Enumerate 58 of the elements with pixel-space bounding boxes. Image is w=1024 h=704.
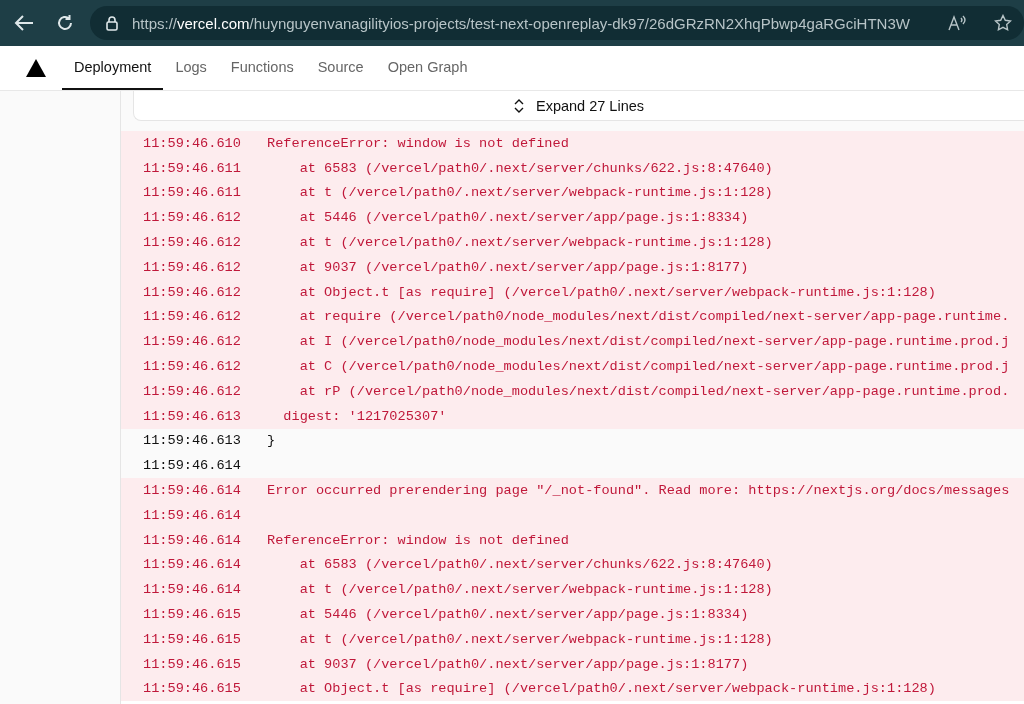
log-timestamp: 11:59:46.612 — [142, 210, 242, 226]
reload-icon[interactable] — [56, 14, 74, 32]
log-timestamp: 11:59:46.614 — [142, 507, 242, 523]
star-icon[interactable] — [994, 14, 1012, 32]
log-timestamp: 11:59:46.614 — [142, 483, 242, 499]
log-message: at Object.t [as require] (/vercel/path0/.next/server/webpack-runtime.js:1:128) — [298, 681, 936, 697]
log-timestamp: 11:59:46.611 — [142, 185, 242, 201]
log-message: at rP (/vercel/path0/node_modules/next/dist/compiled/next-server/app-page.runtime.prod. — [298, 383, 1010, 399]
expand-lines-button[interactable]: Expand 27 Lines — [133, 91, 1024, 121]
log-message: Error occurred prerendering page "/_not-found". Read more: https://nextjs.org/docs/messages — [267, 483, 1010, 499]
log-timestamp: 11:59:46.610 — [142, 135, 242, 151]
log-timestamp: 11:59:46.612 — [142, 284, 242, 300]
log-message: at t (/vercel/path0/.next/server/webpack-runtime.js:1:128) — [298, 582, 773, 598]
nav-tab[interactable]: Functions — [218, 46, 306, 90]
log-timestamp: 11:59:46.615 — [142, 656, 242, 672]
log-timestamp: 11:59:46.612 — [142, 259, 242, 275]
log-message: at t (/vercel/path0/.next/server/webpack-runtime.js:1:128) — [298, 631, 773, 647]
log-message: at 9037 (/vercel/path0/.next/server/app/page.js:1:8177) — [298, 656, 749, 672]
log-timestamp: 11:59:46.612 — [142, 309, 242, 325]
log-message: at require (/vercel/path0/node_modules/next/dist/compiled/next-server/app-page.runtime. — [298, 309, 1010, 325]
log-message: ReferenceError: window is not defined — [267, 135, 569, 151]
log-timestamp: 11:59:46.613 — [142, 433, 242, 449]
log-message: at 6583 (/vercel/path0/.next/server/chunks/622.js:8:47640) — [298, 557, 773, 573]
log-message: at Object.t [as require] (/vercel/path0/.next/server/webpack-runtime.js:1:128) — [298, 284, 936, 300]
log-message: at t (/vercel/path0/.next/server/webpack-runtime.js:1:128) — [298, 185, 773, 201]
log-timestamp: 11:59:46.612 — [142, 383, 242, 399]
nav-tab[interactable]: Open Graph — [375, 46, 480, 90]
log-message: at 9037 (/vercel/path0/.next/server/app/page.js:1:8177) — [298, 259, 749, 275]
log-message: ReferenceError: window is not defined — [267, 532, 569, 548]
log-message: } — [267, 433, 276, 449]
log-message: at 6583 (/vercel/path0/.next/server/chunks/622.js:8:47640) — [298, 160, 773, 176]
lock-icon — [106, 15, 118, 31]
nav-tab[interactable]: Logs — [163, 46, 219, 90]
log-timestamp: 11:59:46.611 — [142, 160, 242, 176]
log-message: at t (/vercel/path0/.next/server/webpack-runtime.js:1:128) — [298, 235, 773, 251]
log-message: at 5446 (/vercel/path0/.next/server/app/page.js:1:8334) — [298, 210, 749, 226]
log-timestamp: 11:59:46.613 — [142, 408, 242, 424]
log-message: at C (/vercel/path0/node_modules/next/dist/compiled/next-server/app-page.runtime.prod.j — [298, 359, 1010, 375]
read-aloud-icon[interactable] — [948, 14, 968, 32]
log-timestamp: 11:59:46.614 — [142, 532, 242, 548]
log-message: digest: '1217025307' — [282, 408, 447, 424]
log-timestamp: 11:59:46.614 — [142, 582, 242, 598]
log-message: at 5446 (/vercel/path0/.next/server/app/page.js:1:8334) — [298, 607, 749, 623]
triangle-logo-icon — [26, 59, 46, 77]
log-timestamp: 11:59:46.614 — [142, 458, 242, 474]
back-icon[interactable] — [14, 14, 34, 32]
log-timestamp: 11:59:46.612 — [142, 235, 242, 251]
log-timestamp: 11:59:46.615 — [142, 631, 242, 647]
address-bar[interactable]: https://vercel.com/huynguyenvanagilityios-projects/test-next-openreplay-dk97/26dGRzRN2XhqPbwp4gaRGciHTN3W — [90, 6, 1024, 40]
log-timestamp: 11:59:46.615 — [142, 607, 242, 623]
log-message: at I (/vercel/path0/node_modules/next/dist/compiled/next-server/app-page.runtime.prod.j — [298, 334, 1010, 350]
log-timestamp: 11:59:46.614 — [142, 557, 242, 573]
expand-icon — [514, 98, 524, 113]
log-timestamp: 11:59:46.612 — [142, 334, 242, 350]
log-timestamp: 11:59:46.615 — [142, 681, 242, 697]
nav-tab[interactable]: Source — [305, 46, 376, 90]
url-text: https://vercel.com/huynguyenvanagilityios-projects/test-next-openreplay-dk97/26dGRzRN2XhqPbwp4gaRGciHTN3W — [132, 14, 911, 32]
log-timestamp: 11:59:46.612 — [142, 359, 242, 375]
